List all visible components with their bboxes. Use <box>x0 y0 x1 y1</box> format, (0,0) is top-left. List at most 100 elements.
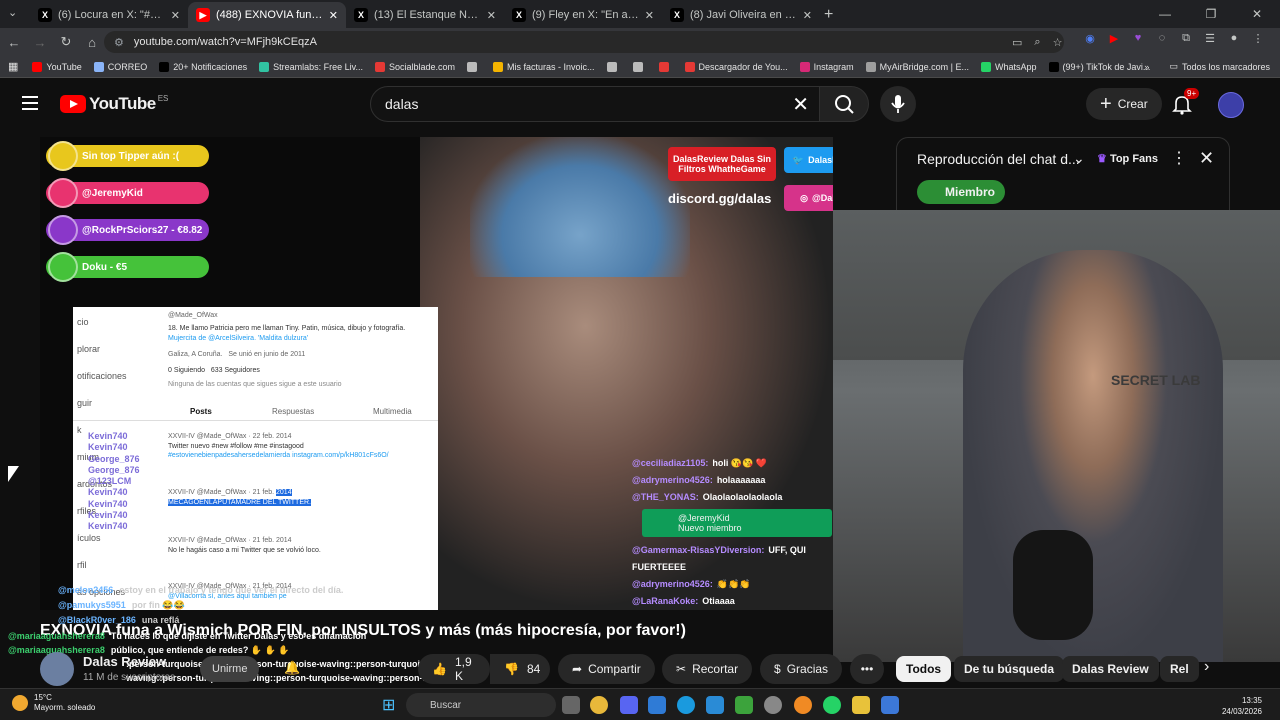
join-button[interactable]: Unirme <box>200 656 260 682</box>
home-icon[interactable]: ⌂ <box>80 35 104 50</box>
close-window-icon[interactable]: ✕ <box>1234 0 1280 28</box>
youtube-logo[interactable]: YouTube ES <box>60 94 168 114</box>
filter-chip[interactable]: Todos <box>896 656 952 682</box>
extension-icon[interactable]: ◉ <box>1078 32 1102 45</box>
browser-tab[interactable]: X (6) Locura en X: "#CárcelGemel ✕ <box>30 2 188 28</box>
share-button[interactable]: ➦ Compartir <box>558 654 655 684</box>
browser-tab[interactable]: X (8) Javi Oliveira en X: "Una ex p ✕ <box>662 2 820 28</box>
search-input[interactable]: dalas ✕ <box>370 86 820 122</box>
browser-tab[interactable]: X (9) Fley en X: "En algunos afirm ✕ <box>504 2 662 28</box>
windows-start-icon[interactable]: ⊞ <box>382 695 395 715</box>
profile-icon[interactable]: ● <box>1222 32 1246 45</box>
clip-button[interactable]: ✂ Recortar <box>662 654 753 684</box>
bookmark-item[interactable]: Instagram <box>799 61 854 72</box>
notifications-button[interactable]: 9+ <box>1170 88 1200 116</box>
restore-icon[interactable]: ❐ <box>1188 0 1234 28</box>
close-tab-icon[interactable]: ✕ <box>171 9 180 22</box>
app-icon[interactable] <box>735 696 753 714</box>
forward-icon[interactable]: → <box>28 35 52 50</box>
file-explorer-icon[interactable] <box>852 696 870 714</box>
more-actions-button[interactable]: ••• <box>850 654 884 684</box>
chair-logo: SECRET LAB <box>1111 372 1201 388</box>
url-field[interactable]: ⚙ youtube.com/watch?v=MFjh9kCEqzA <box>104 31 1064 53</box>
menu-kebab-icon[interactable]: ⋮ <box>1246 32 1270 45</box>
live-chat-title[interactable]: Reproducción del chat d... <box>917 151 1080 167</box>
taskbar-search[interactable]: Buscar <box>406 693 556 717</box>
bookmark-item[interactable] <box>467 61 481 72</box>
whatsapp-icon[interactable] <box>823 696 841 714</box>
menu-hamburger-icon[interactable] <box>22 96 38 110</box>
zoom-icon[interactable]: ⌕ <box>1034 36 1040 49</box>
top-fans-filter[interactable]: ♛ Top Fans <box>1097 152 1158 165</box>
overlay-chat-user: @adrymerino4526: <box>632 475 713 485</box>
bookmark-item[interactable]: Mis facturas - Invoic... <box>493 61 595 72</box>
tab-list-icon[interactable]: ⌄ <box>8 6 17 19</box>
browser-tab[interactable]: X (13) El Estanque News en X: ✕ <box>346 2 504 28</box>
extension-icon[interactable]: ♥ <box>1126 32 1150 45</box>
back-icon[interactable]: ← <box>2 35 26 50</box>
cast-icon[interactable]: ▭ <box>1012 36 1022 49</box>
reload-icon[interactable]: ↻ <box>54 34 78 50</box>
task-view-icon[interactable] <box>562 696 580 714</box>
thanks-button[interactable]: $ Gracias <box>760 654 843 684</box>
voice-search-button[interactable] <box>880 86 916 122</box>
bookmark-item[interactable] <box>632 61 647 72</box>
discord-icon[interactable] <box>620 696 638 714</box>
extension-icon[interactable]: ▶ <box>1102 32 1126 45</box>
extension-icon[interactable]: ◌ <box>1150 32 1174 45</box>
bookmark-item[interactable]: YouTube <box>32 61 82 72</box>
all-bookmarks[interactable]: » ▭ Todos los marcadores <box>1144 61 1270 72</box>
bookmark-item[interactable]: MyAirBridge.com | E... <box>865 61 969 72</box>
filter-chip[interactable]: Rel <box>1160 656 1199 682</box>
clear-search-icon[interactable]: ✕ <box>792 92 809 117</box>
member-chip[interactable]: Miembro <box>917 180 1006 204</box>
site-info-icon[interactable]: ⚙ <box>114 36 124 49</box>
like-button[interactable]: 👍 1,9 K <box>418 654 490 684</box>
extensions-bar: ◉ ▶ ♥ ◌ ⧉ ☰ ● ⋮ <box>1078 32 1270 45</box>
channel-name[interactable]: Dalas Review <box>83 654 166 669</box>
chat-more-icon[interactable]: ⋮ <box>1171 148 1187 168</box>
minimize-icon[interactable]: — <box>1142 0 1188 28</box>
bookmark-item[interactable]: Descargador de You... <box>684 61 788 72</box>
edge-icon[interactable] <box>677 696 695 714</box>
bell-icon[interactable]: 🔔 <box>284 660 300 676</box>
apps-grid-icon[interactable]: ▦ <box>8 60 18 73</box>
app-icon[interactable] <box>794 696 812 714</box>
clock[interactable]: 13:35 24/03/2026 <box>1222 695 1262 717</box>
close-chat-icon[interactable]: ✕ <box>1199 148 1214 169</box>
tab-search-icon[interactable]: ☰ <box>1198 32 1222 45</box>
app-icon[interactable] <box>764 696 782 714</box>
bookmark-item[interactable] <box>658 61 673 72</box>
filter-chip[interactable]: De tu búsqueda <box>954 656 1065 682</box>
bookmark-item[interactable]: Streamlabs: Free Liv... <box>259 61 363 72</box>
overlay-chat-line: @ceciliadiaz1105: holi 😘😘 ❤️ <box>632 455 832 472</box>
search-button[interactable] <box>819 86 869 122</box>
app-icon[interactable] <box>706 696 724 714</box>
filter-chip[interactable]: Dalas Review <box>1062 656 1159 682</box>
chevron-down-icon[interactable]: ⌄ <box>1073 150 1085 167</box>
chips-next-icon[interactable]: › <box>1204 658 1209 676</box>
account-avatar[interactable] <box>1218 92 1244 118</box>
bookmark-item[interactable]: WhatsApp <box>981 61 1037 72</box>
bookmark-star-icon[interactable]: ☆ <box>1053 36 1063 49</box>
app-icon[interactable] <box>881 696 899 714</box>
chrome-icon[interactable] <box>590 696 608 714</box>
close-tab-icon[interactable]: ✕ <box>487 9 496 22</box>
bookmark-item[interactable]: (99+) TikTok de Javi... <box>1048 61 1150 72</box>
close-tab-icon[interactable]: ✕ <box>645 9 654 22</box>
close-tab-icon[interactable]: ✕ <box>803 9 812 22</box>
browser-tab[interactable]: ▶ (488) EXNOVIA funa a Wismich ✕ <box>188 2 346 28</box>
close-tab-icon[interactable]: ✕ <box>329 9 338 22</box>
bookmark-item[interactable]: CORREO <box>93 61 147 72</box>
video-player[interactable]: Sin top Tipper aún :(@JeremyKid @RockPrSc… <box>40 137 833 610</box>
bookmark-item[interactable]: Socialblade.com <box>374 61 455 72</box>
channel-avatar[interactable] <box>40 652 74 686</box>
bookmark-item[interactable] <box>606 61 621 72</box>
create-button[interactable]: + Crear <box>1086 88 1162 120</box>
dislike-button[interactable]: 👎 84 <box>490 654 550 684</box>
bookmarks-more-icon[interactable]: » <box>1144 62 1149 72</box>
outlook-icon[interactable] <box>648 696 666 714</box>
extensions-puzzle-icon[interactable]: ⧉ <box>1174 32 1198 45</box>
weather-widget[interactable]: 15°C Mayorm. soleado <box>12 693 95 713</box>
bookmark-item[interactable]: 20+ Notificaciones <box>159 61 247 72</box>
